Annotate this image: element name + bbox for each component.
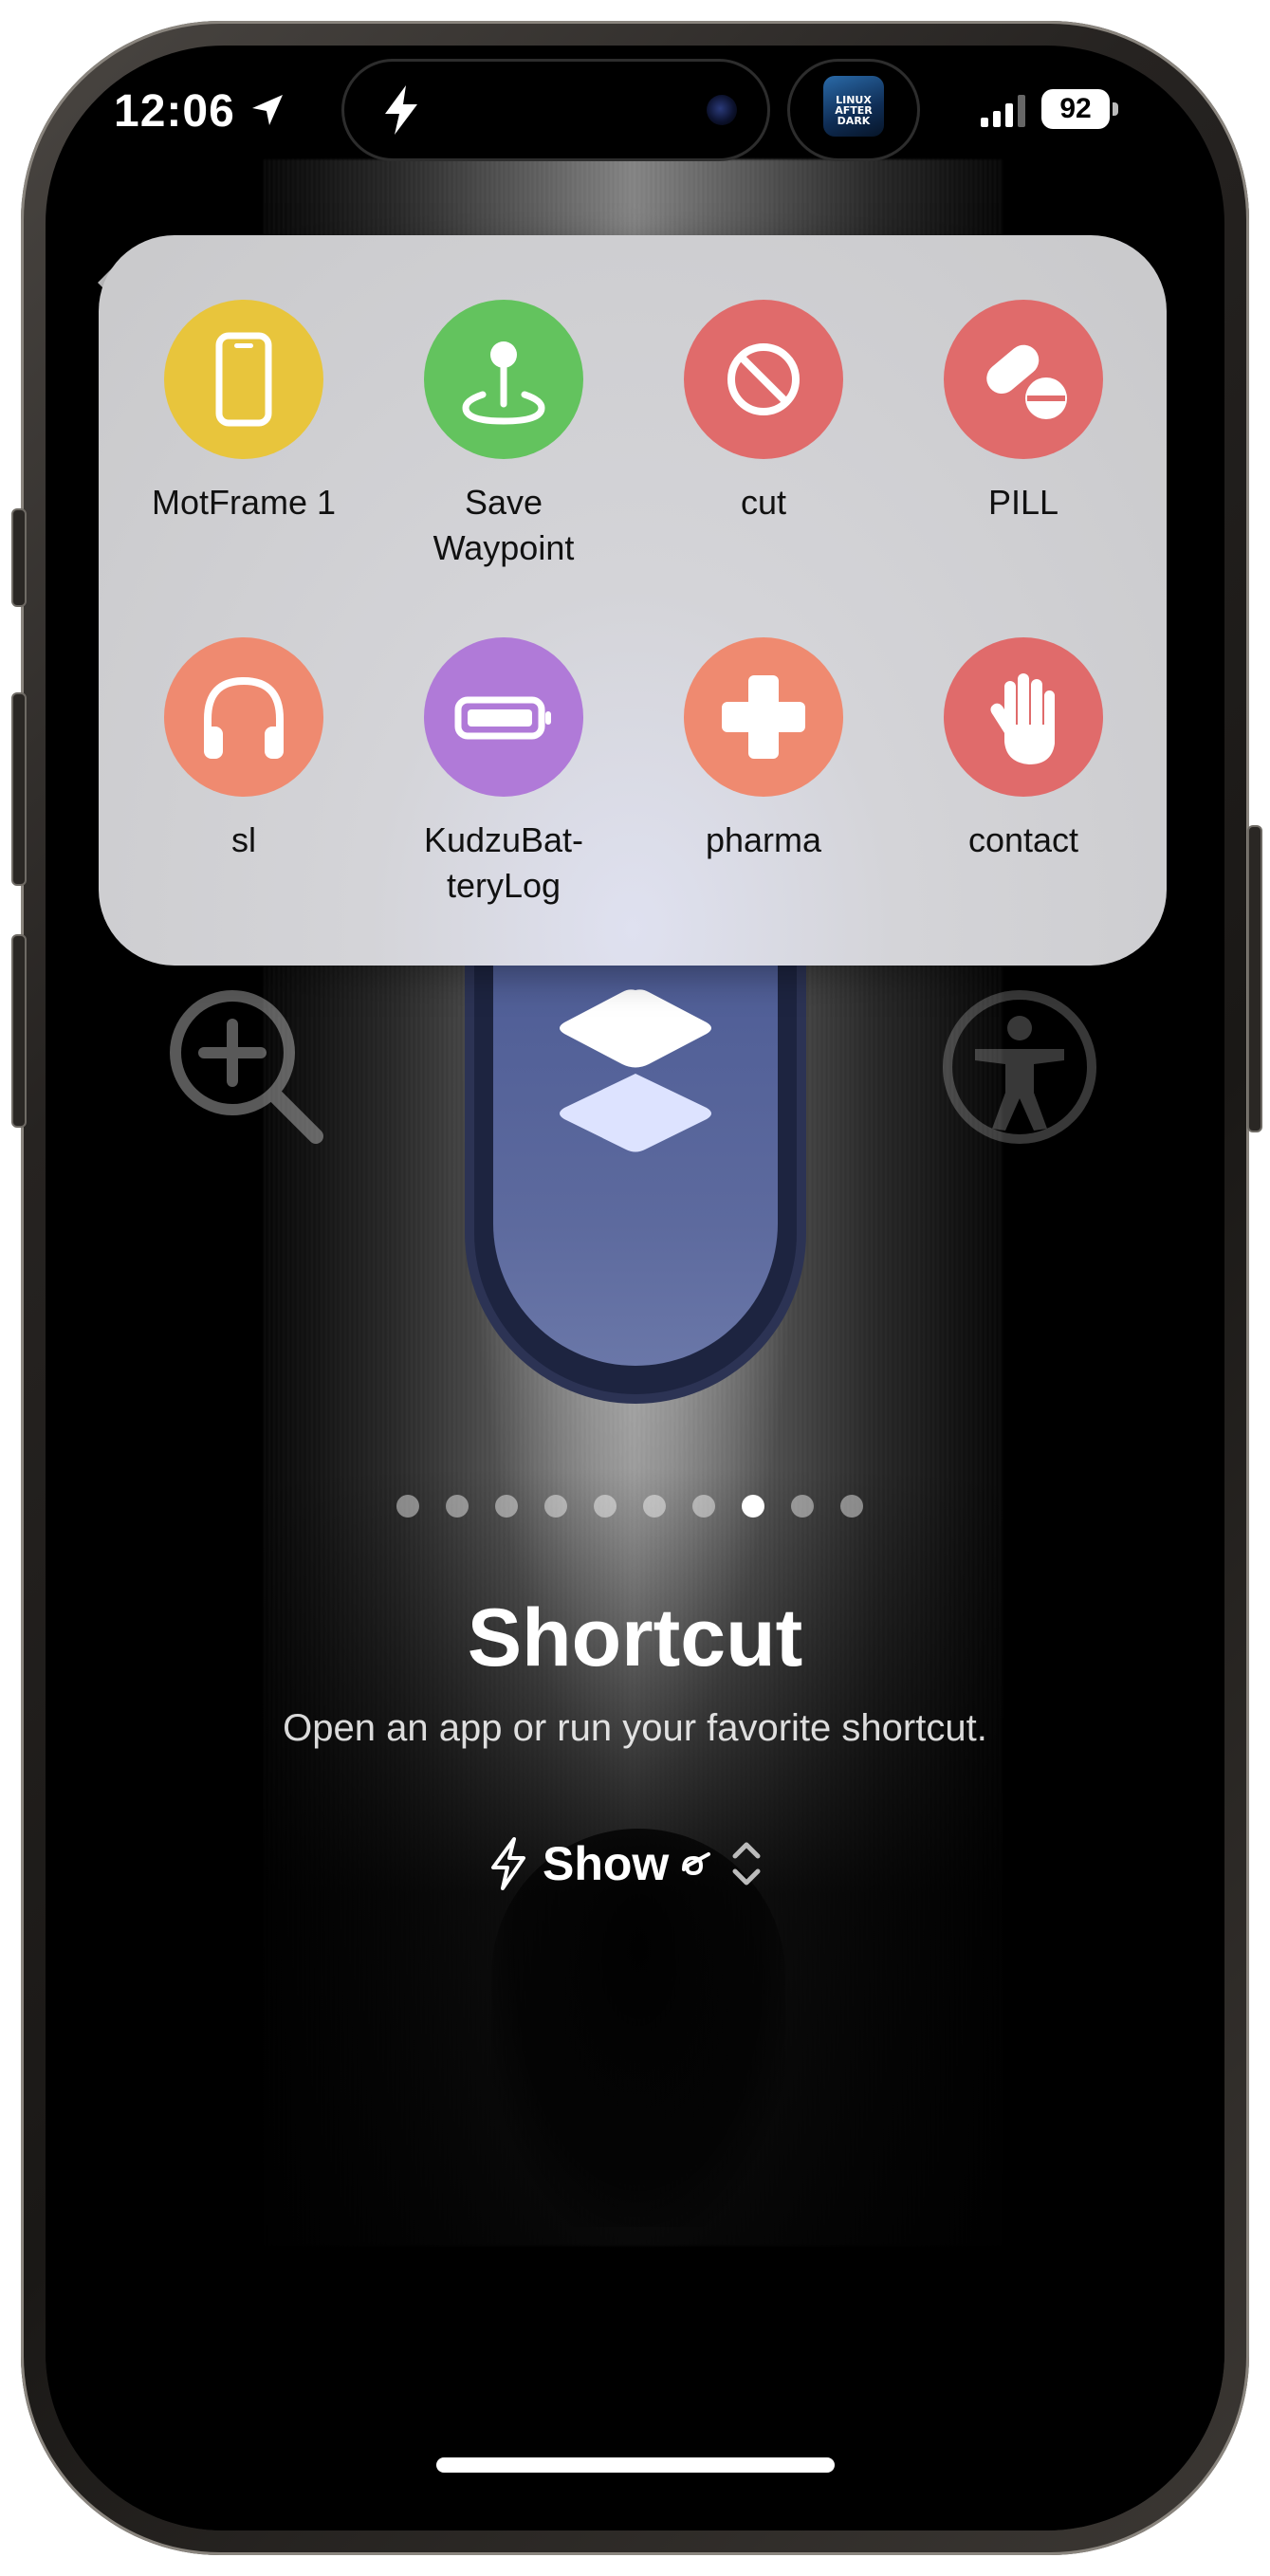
accessibility-icon <box>943 990 1096 1144</box>
shortcut-icon-bg <box>164 637 323 797</box>
chevron-up-down-icon <box>732 1842 761 1886</box>
magnifier-plus-icon <box>170 990 323 1144</box>
cellular-signal-icon <box>981 95 1025 127</box>
mode-pager[interactable] <box>396 1495 863 1518</box>
home-indicator[interactable] <box>436 2457 835 2473</box>
shortcut-label: sl <box>231 820 256 859</box>
front-camera <box>707 95 737 125</box>
shortcut-motframe-1[interactable]: MotFrame 1 <box>120 300 367 525</box>
artwork-text-line: DARK <box>837 115 871 127</box>
bolt-icon <box>385 85 417 135</box>
shortcut-label: cut <box>740 483 787 522</box>
shortcut-label: PILL <box>987 483 1059 522</box>
shortcut-label: KudzuBat- teryLog <box>423 820 584 905</box>
status-time: 12:06 <box>114 86 235 137</box>
headphones-icon <box>204 676 284 759</box>
shortcuts-menu: MotFrame 1 Save Waypoint cut PILL sl Kud… <box>99 235 1167 966</box>
now-playing-artwork[interactable]: LINUX AFTER DARK <box>823 76 884 137</box>
shortcut-selector-label: Show <box>543 1837 670 1890</box>
volume-up-button <box>11 692 27 886</box>
hand-icon <box>990 673 1055 764</box>
bolt-outline-icon <box>491 1837 525 1890</box>
pager-dot[interactable] <box>692 1495 715 1518</box>
pager-dot[interactable] <box>495 1495 518 1518</box>
shortcut-glyph-icon <box>682 1852 711 1876</box>
shortcut-icon-bg <box>424 637 583 797</box>
pager-dot[interactable] <box>840 1495 863 1518</box>
shortcut-pill[interactable]: PILL <box>900 300 1147 525</box>
volume-down-button <box>11 934 27 1128</box>
shortcut-label: MotFrame 1 <box>151 483 337 522</box>
prohibited-icon <box>727 343 800 415</box>
pager-dot[interactable] <box>544 1495 567 1518</box>
battery-icon <box>454 696 551 740</box>
shortcut-icon-bg <box>944 300 1103 459</box>
pager-dot[interactable] <box>594 1495 617 1518</box>
pager-dot[interactable] <box>396 1495 419 1518</box>
shortcut-contact[interactable]: contact <box>900 637 1147 863</box>
mode-title: Shortcut <box>467 1592 803 1684</box>
shortcut-icon-bg <box>164 300 323 459</box>
shortcut-selector[interactable]: Show <box>486 1831 789 1897</box>
pager-dot[interactable] <box>446 1495 469 1518</box>
shortcut-kudzubatterylog[interactable]: KudzuBat- teryLog <box>380 637 627 909</box>
shortcut-label: pharma <box>705 820 822 859</box>
mode-description: Open an app or run your favorite shortcu… <box>283 1707 987 1749</box>
location-arrow-icon <box>252 95 283 125</box>
side-button <box>1247 825 1262 1132</box>
shortcut-label: Save Waypoint <box>433 483 575 567</box>
shortcut-icon-bg <box>684 637 843 797</box>
shortcut-sl[interactable]: sl <box>120 637 367 863</box>
battery-indicator: 92 <box>1041 89 1110 129</box>
pills-icon <box>986 344 1067 419</box>
pager-dot[interactable] <box>643 1495 666 1518</box>
pager-dot[interactable] <box>742 1495 764 1518</box>
cross-icon <box>722 675 805 759</box>
shortcut-label: contact <box>967 820 1079 859</box>
action-button <box>11 508 27 607</box>
pager-dot[interactable] <box>791 1495 814 1518</box>
iphone-icon <box>215 332 272 427</box>
battery-nub <box>1113 102 1118 116</box>
shortcut-icon-bg <box>424 300 583 459</box>
shortcut-pharma[interactable]: pharma <box>640 637 887 863</box>
waypoint-icon <box>462 341 545 425</box>
shortcut-save-waypoint[interactable]: Save Waypoint <box>380 300 627 571</box>
shortcut-icon-bg <box>944 637 1103 797</box>
shortcut-icon-bg <box>684 300 843 459</box>
shortcuts-layers-icon <box>560 989 711 1152</box>
shortcut-cut[interactable]: cut <box>640 300 887 525</box>
